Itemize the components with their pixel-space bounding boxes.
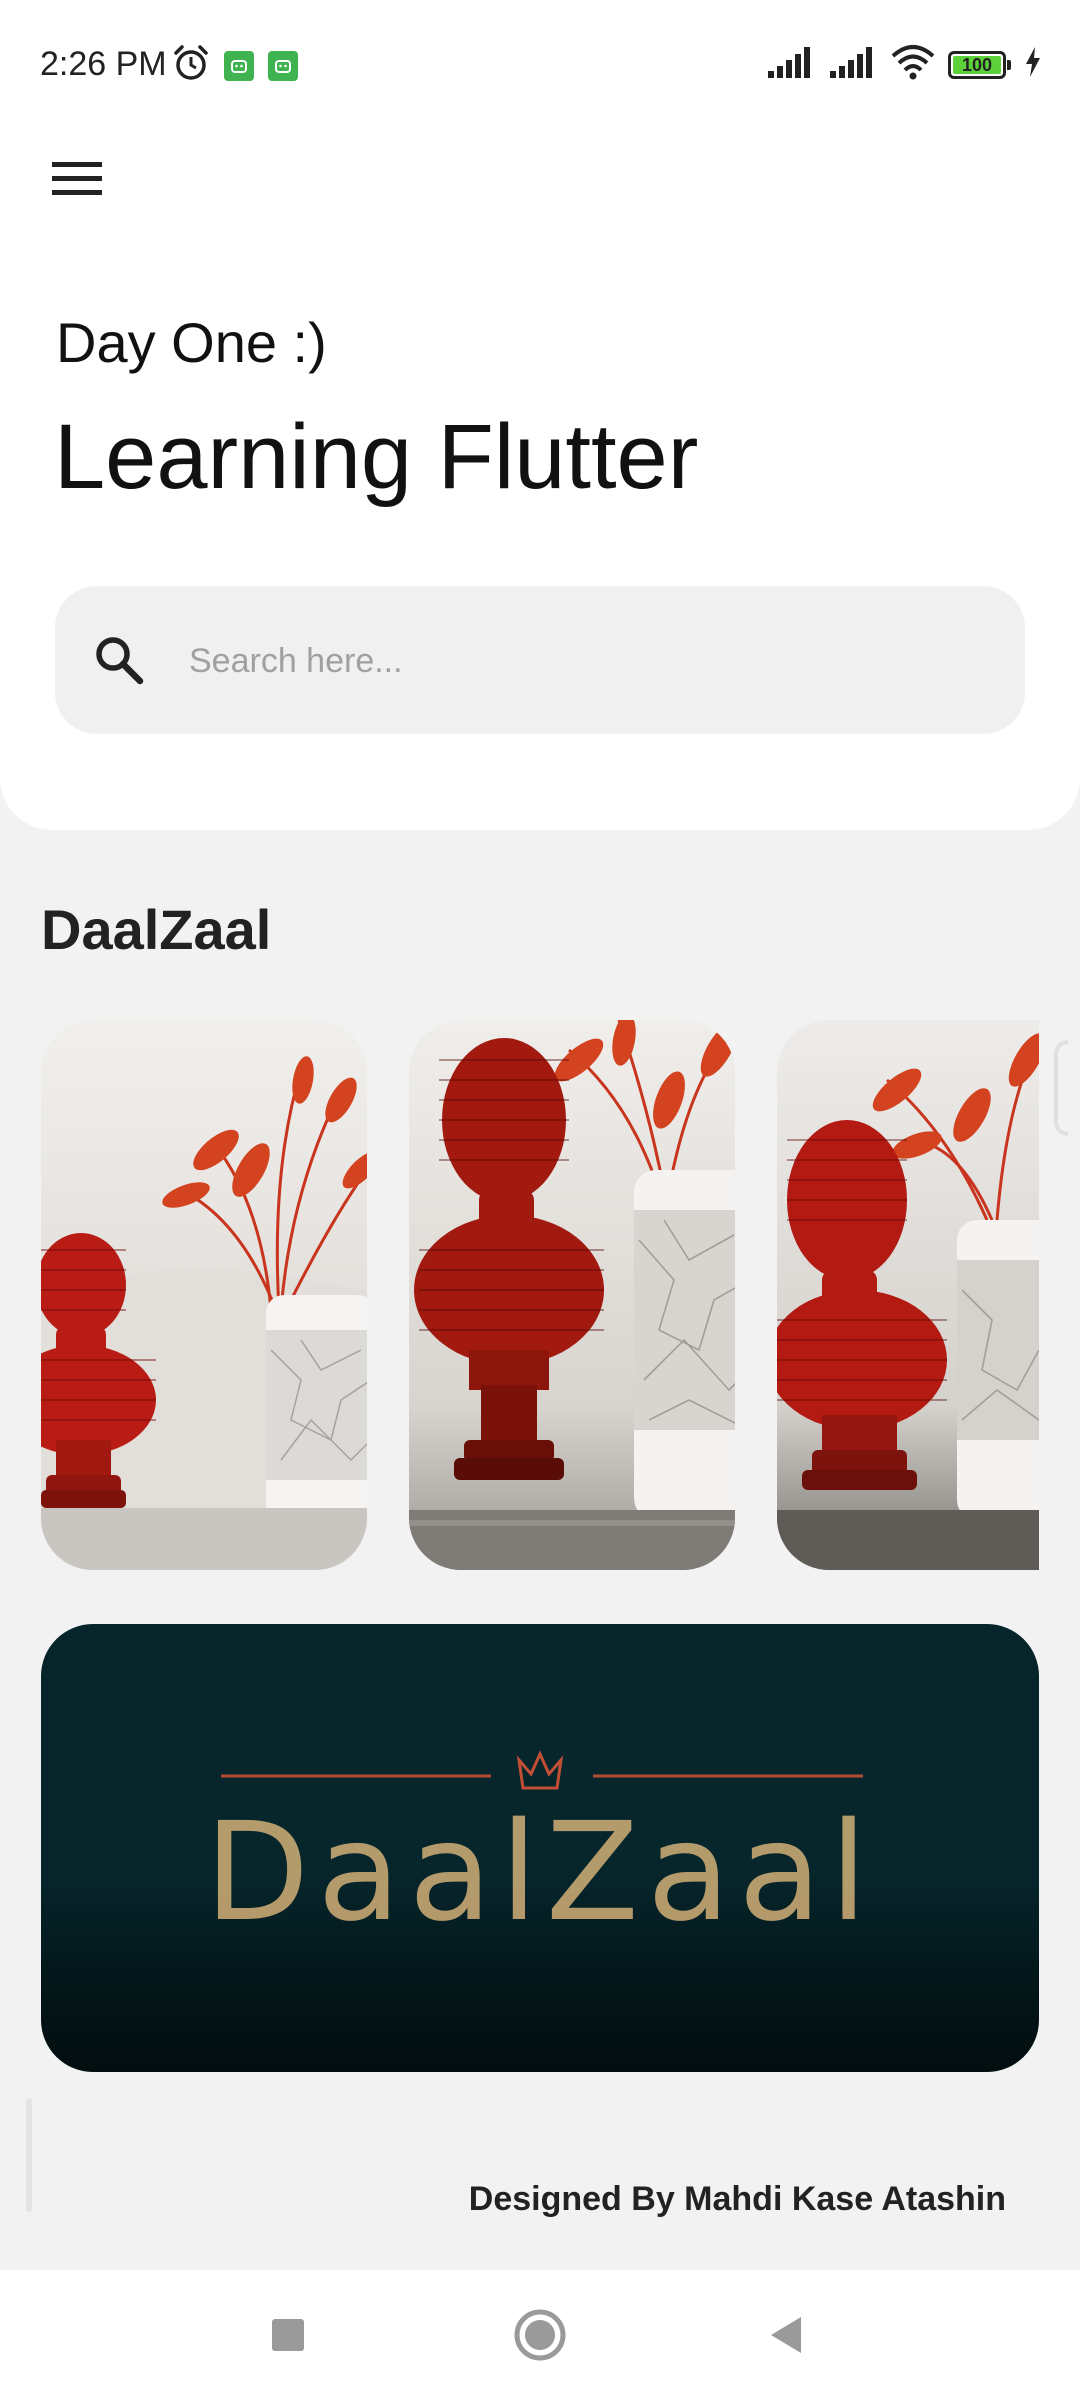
page-scroll-indicator — [26, 2098, 32, 2212]
alarm-icon — [172, 44, 210, 87]
home-circle-icon[interactable] — [505, 2300, 575, 2370]
back-triangle-icon[interactable] — [752, 2300, 822, 2370]
battery-icon: 100 — [948, 50, 1011, 79]
crown-icon — [516, 1750, 564, 1790]
search-bar[interactable] — [55, 586, 1025, 734]
brand-banner[interactable]: DaalZaal — [41, 1624, 1039, 2072]
page-subtitle: Day One :) — [56, 311, 327, 374]
hamburger-menu-icon[interactable] — [44, 150, 110, 206]
image-card[interactable] — [41, 1020, 367, 1570]
signal-icon — [766, 45, 816, 84]
status-time: 2:26 PM — [40, 45, 167, 83]
image-carousel[interactable] — [41, 1020, 1039, 1570]
android-notification-icon — [224, 50, 254, 81]
search-input[interactable] — [187, 626, 991, 696]
designer-credit: Designed By Mahdi Kase Atashin — [468, 2180, 1006, 2218]
charging-icon — [1024, 46, 1042, 83]
battery-level-text: 100 — [961, 54, 993, 75]
sculpture-photo-3 — [777, 1020, 1039, 1570]
image-card[interactable] — [777, 1020, 1039, 1570]
banner-decoration — [221, 1750, 863, 1790]
carousel-scroll-indicator — [1054, 1040, 1068, 1136]
page-title: Learning Flutter — [54, 406, 699, 508]
android-notification-icon — [268, 50, 298, 81]
status-right-icons: 100 — [766, 44, 1042, 85]
wifi-icon — [890, 44, 936, 85]
section-title: DaalZaal — [41, 898, 272, 961]
image-card[interactable] — [409, 1020, 735, 1570]
status-left-icons — [172, 44, 298, 87]
sculpture-photo-2 — [409, 1020, 735, 1570]
status-bar: 2:26 PM 100 — [0, 0, 1080, 120]
brand-logo-text: DaalZaal — [204, 1794, 876, 1952]
system-navigation-bar — [0, 2270, 1080, 2400]
recents-square-icon[interactable] — [253, 2300, 323, 2370]
sculpture-photo-1 — [41, 1020, 367, 1570]
app-screen: 2:26 PM 100 Day One:) Learning Flutter … — [0, 0, 1080, 2400]
search-icon[interactable] — [91, 632, 147, 688]
signal-icon — [828, 45, 878, 84]
